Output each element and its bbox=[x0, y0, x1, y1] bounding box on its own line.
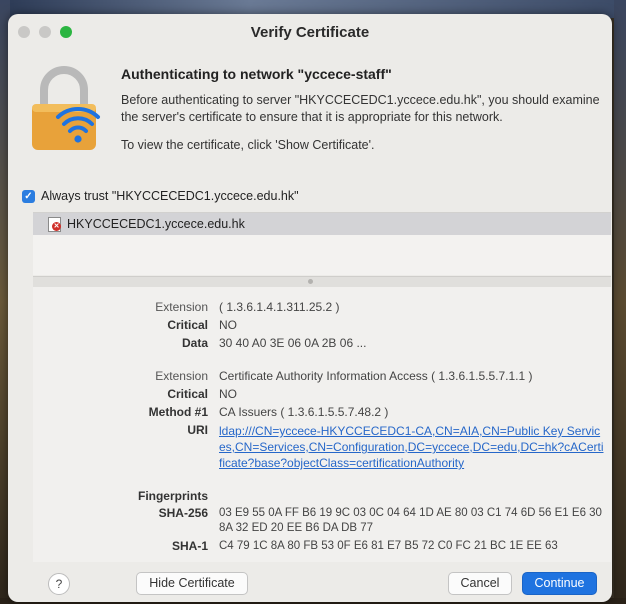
dialog-footer: ? Hide Certificate Cancel Continue bbox=[8, 562, 612, 602]
hide-certificate-button[interactable]: Hide Certificate bbox=[136, 572, 248, 595]
data-value: 30 40 A0 3E 06 0A 2B 06 ... bbox=[219, 336, 367, 350]
critical-value: NO bbox=[219, 318, 237, 332]
certificate-name: HKYCCECEDC1.yccece.edu.hk bbox=[67, 217, 245, 231]
method-label: Method #1 bbox=[148, 405, 208, 419]
critical-label: Critical bbox=[167, 387, 208, 401]
certificate-invalid-icon: ✕ bbox=[47, 217, 61, 232]
extension-value: Certificate Authority Information Access… bbox=[219, 369, 533, 383]
help-button[interactable]: ? bbox=[48, 573, 70, 595]
certificate-list: ✕ HKYCCECEDC1.yccece.edu.hk bbox=[33, 212, 611, 275]
uri-label: URI bbox=[187, 423, 208, 437]
always-trust-row[interactable]: ✓ Always trust "HKYCCECEDC1.yccece.edu.h… bbox=[22, 189, 299, 203]
critical-label: Critical bbox=[167, 318, 208, 332]
dialog-message: Before authenticating to server "HKYCCEC… bbox=[121, 93, 600, 124]
dialog-instruction: To view the certificate, click 'Show Cer… bbox=[121, 138, 375, 152]
sha256-label: SHA-256 bbox=[158, 506, 208, 520]
critical-value: NO bbox=[219, 387, 237, 401]
sha256-value: 03 E9 55 0A FF B6 19 9C 03 0C 04 64 1D A… bbox=[219, 507, 602, 534]
window-title: Verify Certificate bbox=[250, 24, 370, 41]
data-label: Data bbox=[181, 336, 208, 350]
certificate-row[interactable]: ✕ HKYCCECEDC1.yccece.edu.hk bbox=[33, 213, 611, 235]
divider-grip-handle[interactable] bbox=[308, 279, 313, 284]
sha1-label: SHA-1 bbox=[171, 539, 208, 553]
method-value: CA Issuers ( 1.3.6.1.5.5.7.48.2 ) bbox=[219, 405, 389, 419]
uri-link[interactable]: ldap:///CN=yccece-HKYCCECEDC1-CA,CN=AIA,… bbox=[219, 423, 604, 471]
extension-label: Extension bbox=[155, 300, 208, 314]
desktop-background-right bbox=[614, 0, 626, 604]
fingerprints-label: Fingerprints bbox=[137, 489, 208, 503]
sha1-value: C4 79 1C 8A 80 FB 53 0F E6 81 E7 B5 72 C… bbox=[219, 540, 558, 552]
verify-certificate-dialog: Verify Certificate Authenticating to net… bbox=[8, 14, 612, 602]
dialog-heading: Authenticating to network "yccece-staff" bbox=[121, 66, 392, 82]
certificate-details-pane: Extension ( 1.3.6.1.4.1.311.25.2 ) Criti… bbox=[33, 287, 611, 562]
extension-label: Extension bbox=[155, 369, 208, 383]
lock-wifi-icon bbox=[32, 66, 100, 150]
always-trust-label: Always trust "HKYCCECEDC1.yccece.edu.hk" bbox=[41, 189, 299, 203]
cancel-button[interactable]: Cancel bbox=[448, 572, 512, 595]
title-bar: Verify Certificate bbox=[8, 14, 612, 52]
always-trust-checkbox[interactable]: ✓ bbox=[22, 189, 35, 203]
extension-value: ( 1.3.6.1.4.1.311.25.2 ) bbox=[219, 300, 340, 314]
continue-button[interactable]: Continue bbox=[522, 572, 597, 595]
